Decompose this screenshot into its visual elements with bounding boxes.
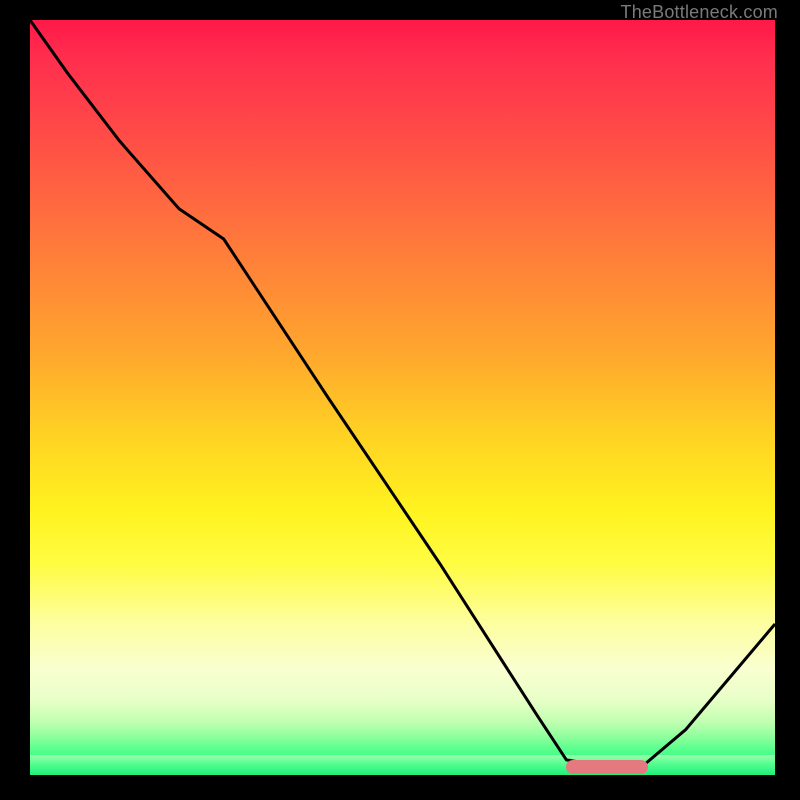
bottleneck-curve [30, 20, 775, 775]
optimum-marker [566, 760, 648, 774]
chart-plot-area [30, 20, 775, 775]
